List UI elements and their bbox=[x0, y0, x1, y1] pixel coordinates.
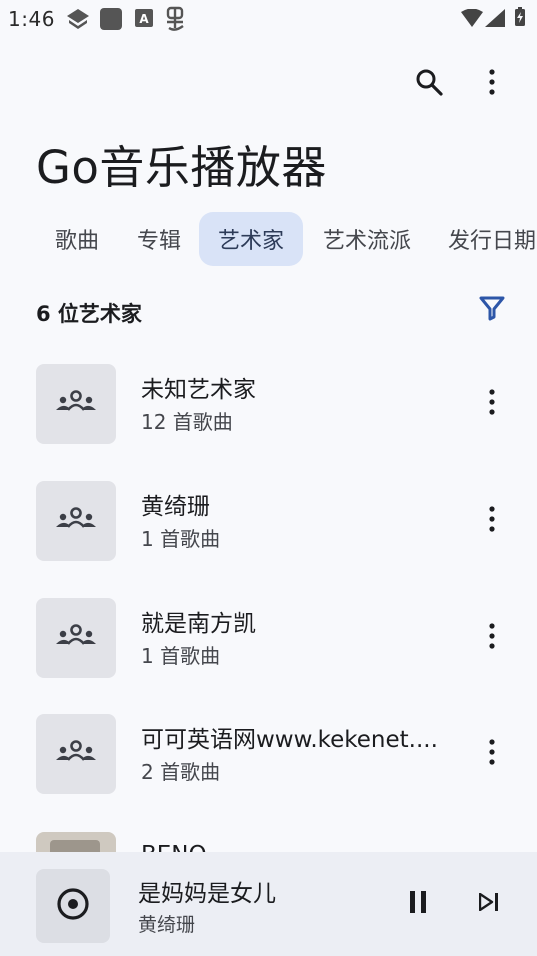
skip-next-button[interactable] bbox=[465, 880, 513, 928]
artist-more-button[interactable] bbox=[468, 730, 516, 778]
wifi-icon bbox=[461, 8, 483, 31]
artist-row-partial[interactable]: BENQ bbox=[0, 830, 537, 854]
artist-count-label: 6 位艺术家 bbox=[36, 302, 142, 326]
search-button[interactable] bbox=[405, 60, 453, 108]
mini-player[interactable]: 是妈妈是女儿 黄绮珊 bbox=[0, 852, 537, 956]
screen: 1:46 A Go音乐播放器 歌曲 专辑 艺术家 艺术流派 发行日期 6 位艺术… bbox=[0, 0, 537, 956]
more-vert-icon bbox=[488, 623, 496, 653]
status-bar: 1:46 A bbox=[0, 0, 537, 38]
more-vert-icon bbox=[488, 69, 496, 99]
keyboard-a-icon: A bbox=[135, 9, 153, 31]
artist-song-count: 2 首歌曲 bbox=[141, 760, 221, 784]
debug-bug-icon bbox=[163, 6, 187, 36]
artist-name: 就是南方凯 bbox=[141, 611, 256, 637]
tab-release-date[interactable]: 发行日期 bbox=[436, 212, 537, 266]
artist-row[interactable]: 就是南方凯 1 首歌曲 bbox=[0, 590, 537, 690]
filter-button[interactable] bbox=[468, 286, 516, 334]
skip-next-icon bbox=[478, 892, 499, 915]
battery-charging-icon bbox=[514, 7, 526, 31]
square-app-icon bbox=[99, 8, 123, 34]
disc-icon bbox=[56, 887, 90, 925]
group-icon bbox=[55, 624, 97, 652]
app-title: Go音乐播放器 bbox=[36, 141, 327, 194]
tab-artists[interactable]: 艺术家 bbox=[199, 212, 303, 266]
group-icon bbox=[55, 507, 97, 535]
svg-text:A: A bbox=[139, 12, 149, 26]
tab-songs[interactable]: 歌曲 bbox=[36, 212, 118, 266]
artist-row[interactable]: 未知艺术家 12 首歌曲 bbox=[0, 356, 537, 456]
filter-icon bbox=[479, 295, 505, 325]
artist-more-button[interactable] bbox=[468, 614, 516, 662]
more-vert-icon bbox=[488, 506, 496, 536]
pause-icon bbox=[408, 891, 428, 917]
more-vert-icon bbox=[488, 739, 496, 769]
artist-row[interactable]: 黄绮珊 1 首歌曲 bbox=[0, 473, 537, 573]
artist-name: 可可英语网www.kekenet.... bbox=[141, 727, 438, 753]
artist-more-button[interactable] bbox=[468, 380, 516, 428]
more-options-button[interactable] bbox=[468, 60, 516, 108]
artist-photo bbox=[36, 832, 116, 854]
artist-thumbnail bbox=[36, 481, 116, 561]
search-icon bbox=[415, 68, 443, 100]
now-playing-artist: 黄绮珊 bbox=[138, 914, 196, 936]
artist-row[interactable]: 可可英语网www.kekenet.... 2 首歌曲 bbox=[0, 706, 537, 806]
group-icon bbox=[55, 390, 97, 418]
group-icon bbox=[55, 740, 97, 768]
artist-more-button[interactable] bbox=[468, 497, 516, 545]
artist-song-count: 12 首歌曲 bbox=[141, 410, 233, 434]
artist-song-count: 1 首歌曲 bbox=[141, 644, 221, 668]
cellular-signal-icon bbox=[485, 9, 505, 31]
category-tabs: 歌曲 专辑 艺术家 艺术流派 发行日期 bbox=[0, 210, 537, 268]
artist-thumbnail bbox=[36, 598, 116, 678]
artist-thumbnail bbox=[36, 714, 116, 794]
status-time: 1:46 bbox=[8, 7, 55, 31]
tab-albums[interactable]: 专辑 bbox=[118, 212, 200, 266]
now-playing-artwork bbox=[36, 869, 110, 943]
artist-name: 未知艺术家 bbox=[141, 377, 256, 403]
artist-song-count: 1 首歌曲 bbox=[141, 527, 221, 551]
artist-thumbnail bbox=[36, 364, 116, 444]
now-playing-title: 是妈妈是女儿 bbox=[138, 881, 276, 907]
notification-badge-icon bbox=[66, 8, 90, 34]
pause-button[interactable] bbox=[394, 880, 442, 928]
artist-name: 黄绮珊 bbox=[141, 494, 210, 520]
tab-genres[interactable]: 艺术流派 bbox=[310, 212, 424, 266]
more-vert-icon bbox=[488, 389, 496, 419]
